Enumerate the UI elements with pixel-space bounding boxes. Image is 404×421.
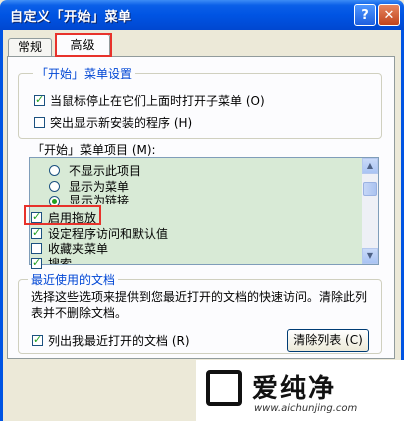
favorites-menu-checkbox[interactable] [31,243,42,254]
highlight-new-programs-checkbox[interactable] [34,117,45,128]
highlight-advanced-tab [55,33,112,57]
list-recent-docs-label: 列出我最近打开的文档 (R) [48,334,190,348]
help-button[interactable]: ? [354,4,376,26]
scroll-down-icon[interactable]: ▼ [362,248,378,264]
program-access-checkbox[interactable] [31,226,42,239]
watermark-text: 爱纯净 [252,374,337,404]
watermark-logo-icon [206,370,242,406]
submenu-hover-label: 当鼠标停止在它们上面时打开子菜单 (O) [50,94,265,108]
close-button[interactable]: ✕ [378,4,400,26]
highlight-drag-drop [24,205,101,225]
search-checkbox[interactable] [31,256,42,269]
list-item: 不显示此项目 [69,164,142,178]
recent-documents-description: 选择这些选项来提供到您最近打开的文档的快速访问。清除此列表并不删除文档。 [31,290,368,320]
start-menu-settings-legend: 「开始」菜单设置 [33,65,136,82]
scroll-up-icon[interactable]: ▲ [362,158,378,174]
recent-documents-legend: 最近使用的文档 [28,271,119,288]
list-item: 搜索 [48,257,73,264]
radio-hide-item[interactable] [49,165,60,176]
start-menu-items-label: 「开始」菜单项目 (M): [32,143,156,157]
radio-show-as-menu[interactable] [49,181,60,192]
scroll-thumb[interactable] [363,182,377,196]
watermark-url: www.aichunjing.com [254,403,358,414]
submenu-hover-checkbox[interactable] [34,93,45,106]
clear-list-button[interactable]: 清除列表 (C) [287,329,369,352]
list-recent-docs-checkbox[interactable] [32,333,43,346]
window-title: 自定义「开始」菜单 [10,10,132,25]
tab-general[interactable]: 常规 [8,38,52,56]
list-item: 显示为链接 [69,194,130,204]
highlight-new-programs-label: 突出显示新安装的程序 (H) [50,116,193,130]
